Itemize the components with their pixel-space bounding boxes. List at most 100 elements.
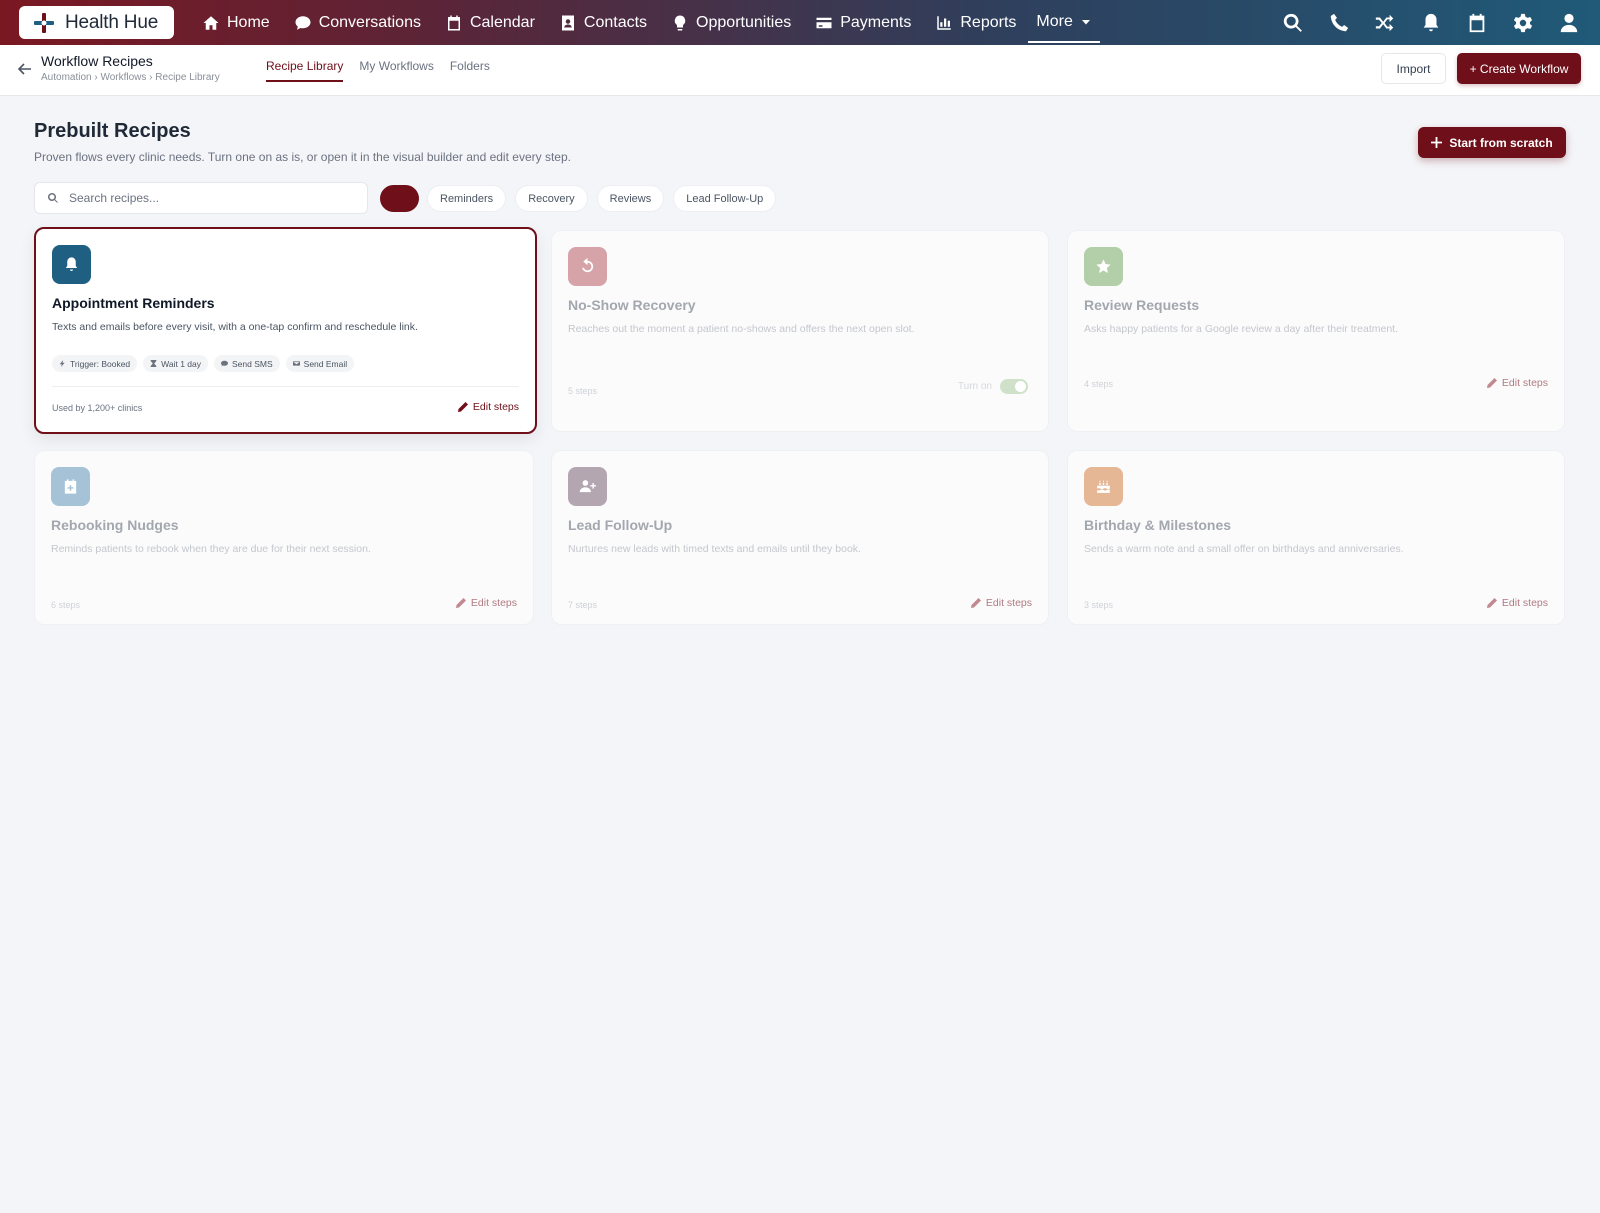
calendar-plus-icon [64,479,77,494]
gear-icon[interactable] [1512,12,1534,34]
nav-home[interactable]: Home [190,0,282,45]
tag-label: Send Email [303,358,348,369]
recipe-description: Asks happy patients for a Google review … [1084,323,1398,335]
tab-folders[interactable]: Folders [450,45,490,82]
chat-icon [295,15,311,30]
start-from-scratch-button[interactable]: Start from scratch [1418,127,1566,158]
recipe-description: Sends a warm note and a small offer on b… [1084,543,1404,555]
pencil-icon [457,402,468,412]
pencil-icon [970,598,981,608]
calendar-icon[interactable] [1466,12,1488,34]
steps-count: 4 steps [1084,379,1114,389]
search-input[interactable] [69,191,349,205]
edit-label: Edit steps [1501,597,1548,609]
bolt-icon [59,360,65,367]
edit-steps-link[interactable]: Edit steps [457,401,519,413]
nav-calendar[interactable]: Calendar [433,0,547,45]
recipe-card-rebooking-nudges[interactable]: Rebooking Nudges Reminds patients to reb… [34,450,534,625]
bell-icon[interactable] [1420,12,1442,34]
search-icon[interactable] [1282,12,1304,34]
nav-conversations[interactable]: Conversations [282,0,433,45]
filter-chip-reviews[interactable]: Reviews [596,185,665,212]
turn-on-toggle[interactable] [1000,379,1028,394]
card-divider [52,386,519,387]
edit-steps-link[interactable]: Edit steps [1486,377,1548,389]
brand-name: Health Hue [65,11,159,33]
filter-chip-lead-follow-up[interactable]: Lead Follow-Up [673,185,777,212]
back-arrow-icon[interactable] [17,61,33,77]
button-label: Start from scratch [1449,135,1553,150]
tag-label: Trigger: Booked [70,358,131,369]
step-tag: Send Email [285,355,355,372]
recipe-title: Rebooking Nudges [51,517,179,533]
user-plus-icon [579,480,596,493]
recipe-card-lead-follow-up[interactable]: Lead Follow-Up Nurtures new leads with t… [551,450,1049,625]
phone-icon[interactable] [1328,12,1350,34]
home-icon [203,15,219,30]
turn-on-control[interactable]: Turn on [958,379,1028,394]
health-hue-logo-icon [34,12,54,33]
nav-label: Reports [960,13,1017,31]
recipe-description: Nurtures new leads with timed texts and … [568,543,861,555]
recipe-description: Texts and emails before every visit, wit… [52,321,418,333]
recipe-card-birthday-milestones[interactable]: Birthday & Milestones Sends a warm note … [1067,450,1565,625]
filter-chip-reminders[interactable]: Reminders [427,185,507,212]
recipe-tile [568,247,607,286]
recipe-card-appointment-reminders[interactable]: Appointment Reminders Texts and emails b… [34,227,537,434]
recipe-steps-tags: Trigger: Booked Wait 1 day Send SMS Send… [52,355,355,372]
nav-label: Contacts [583,13,648,31]
recipe-title: Review Requests [1084,297,1200,313]
search-icon [47,192,58,203]
recipe-card-no-show-recovery[interactable]: No-Show Recovery Reaches out the moment … [551,230,1049,432]
toggle-label: Turn on [957,381,992,392]
nav-payments[interactable]: Payments [803,0,923,45]
section-subtitle: Proven flows every clinic needs. Turn on… [34,150,571,164]
calendar-icon [447,15,460,30]
shuffle-icon[interactable] [1374,12,1396,34]
nav-reports[interactable]: Reports [923,0,1028,45]
edit-steps-link[interactable]: Edit steps [1486,597,1548,609]
edit-steps-link[interactable]: Edit steps [970,597,1032,609]
recipe-tile [51,467,90,506]
brand-logo[interactable]: Health Hue [19,6,174,39]
top-navigation-bar: Health Hue Home Conversations Calendar C… [0,0,1600,45]
section-title: Prebuilt Recipes [34,120,191,142]
create-workflow-button[interactable]: + Create Workflow [1457,53,1581,84]
step-tag: Trigger: Booked [52,355,138,372]
bell-icon [65,257,78,271]
recipe-title: Lead Follow-Up [568,517,673,533]
pencil-icon [455,598,466,608]
tab-recipe-library[interactable]: Recipe Library [266,45,344,82]
nav-label: More [1036,12,1073,30]
user-icon[interactable] [1558,12,1580,34]
nav-more-dropdown[interactable]: More [1028,3,1100,43]
import-button[interactable]: Import [1381,53,1446,84]
nav-opportunities[interactable]: Opportunities [659,0,803,45]
cake-icon [1097,480,1110,493]
steps-count: 6 steps [51,600,81,610]
nav-contacts[interactable]: Contacts [547,0,659,45]
nav-label: Calendar [469,13,535,31]
recipe-tile [1084,247,1123,286]
undo-icon [582,258,594,273]
lightbulb-icon [674,15,686,30]
bar-chart-icon [937,15,952,30]
filter-chip-recovery[interactable]: Recovery [515,185,588,212]
utility-icons [1282,0,1580,45]
nav-label: Opportunities [696,13,792,31]
filter-chips: Reminders Recovery Reviews Lead Follow-U… [427,185,777,212]
tag-label: Wait 1 day [161,358,202,369]
recipe-search[interactable] [34,182,368,214]
edit-steps-link[interactable]: Edit steps [455,597,517,609]
breadcrumb[interactable]: Automation › Workflows › Recipe Library [41,72,220,83]
recipe-tile [52,245,91,284]
step-tag: Wait 1 day [143,355,209,372]
recipe-title: Appointment Reminders [52,295,215,311]
recipe-description: Reaches out the moment a patient no-show… [568,323,915,335]
main-nav: Home Conversations Calendar Contacts Opp… [190,0,1100,45]
tab-my-workflows[interactable]: My Workflows [359,45,433,82]
star-icon [1096,259,1111,273]
pencil-icon [1486,598,1497,608]
recipe-card-review-requests[interactable]: Review Requests Asks happy patients for … [1067,230,1565,432]
filter-chip-all-selected[interactable] [380,185,419,212]
